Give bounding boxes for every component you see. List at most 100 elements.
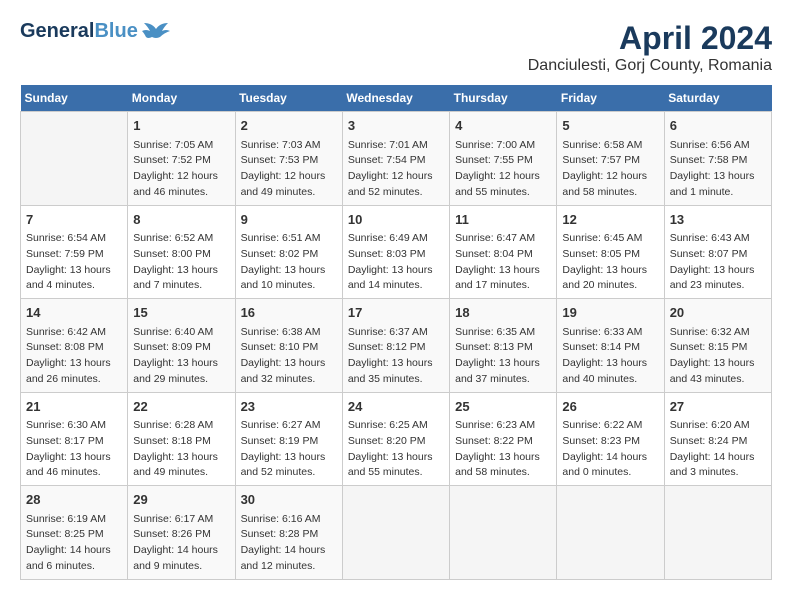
day-number: 15 — [133, 303, 229, 323]
calendar-cell: 23Sunrise: 6:27 AMSunset: 8:19 PMDayligh… — [235, 392, 342, 486]
day-info: Sunrise: 6:32 AMSunset: 8:15 PMDaylight:… — [670, 325, 766, 388]
day-number: 8 — [133, 210, 229, 230]
calendar-cell: 17Sunrise: 6:37 AMSunset: 8:12 PMDayligh… — [342, 299, 449, 393]
logo-bird-icon — [142, 21, 170, 41]
calendar-cell — [450, 486, 557, 580]
calendar-cell: 26Sunrise: 6:22 AMSunset: 8:23 PMDayligh… — [557, 392, 664, 486]
day-info: Sunrise: 6:33 AMSunset: 8:14 PMDaylight:… — [562, 325, 658, 388]
calendar-cell — [664, 486, 771, 580]
day-number: 6 — [670, 116, 766, 136]
calendar-header-row: SundayMondayTuesdayWednesdayThursdayFrid… — [21, 85, 772, 112]
calendar-cell: 12Sunrise: 6:45 AMSunset: 8:05 PMDayligh… — [557, 205, 664, 299]
day-info: Sunrise: 6:42 AMSunset: 8:08 PMDaylight:… — [26, 325, 122, 388]
day-number: 19 — [562, 303, 658, 323]
day-info: Sunrise: 6:22 AMSunset: 8:23 PMDaylight:… — [562, 418, 658, 481]
calendar-cell: 13Sunrise: 6:43 AMSunset: 8:07 PMDayligh… — [664, 205, 771, 299]
page-header: GeneralBlue April 2024 Danciulesti, Gorj… — [20, 20, 772, 75]
day-info: Sunrise: 6:25 AMSunset: 8:20 PMDaylight:… — [348, 418, 444, 481]
calendar-cell: 24Sunrise: 6:25 AMSunset: 8:20 PMDayligh… — [342, 392, 449, 486]
day-number: 17 — [348, 303, 444, 323]
day-number: 11 — [455, 210, 551, 230]
day-info: Sunrise: 7:01 AMSunset: 7:54 PMDaylight:… — [348, 138, 444, 201]
day-number: 13 — [670, 210, 766, 230]
calendar-cell: 11Sunrise: 6:47 AMSunset: 8:04 PMDayligh… — [450, 205, 557, 299]
day-info: Sunrise: 6:40 AMSunset: 8:09 PMDaylight:… — [133, 325, 229, 388]
day-number: 12 — [562, 210, 658, 230]
calendar-cell: 25Sunrise: 6:23 AMSunset: 8:22 PMDayligh… — [450, 392, 557, 486]
day-info: Sunrise: 6:52 AMSunset: 8:00 PMDaylight:… — [133, 231, 229, 294]
day-info: Sunrise: 7:03 AMSunset: 7:53 PMDaylight:… — [241, 138, 337, 201]
day-number: 4 — [455, 116, 551, 136]
calendar-cell: 20Sunrise: 6:32 AMSunset: 8:15 PMDayligh… — [664, 299, 771, 393]
day-info: Sunrise: 6:58 AMSunset: 7:57 PMDaylight:… — [562, 138, 658, 201]
title-block: April 2024 Danciulesti, Gorj County, Rom… — [528, 20, 772, 75]
calendar-cell: 4Sunrise: 7:00 AMSunset: 7:55 PMDaylight… — [450, 112, 557, 206]
calendar-cell: 22Sunrise: 6:28 AMSunset: 8:18 PMDayligh… — [128, 392, 235, 486]
calendar-cell: 18Sunrise: 6:35 AMSunset: 8:13 PMDayligh… — [450, 299, 557, 393]
day-number: 5 — [562, 116, 658, 136]
day-number: 7 — [26, 210, 122, 230]
calendar-cell: 19Sunrise: 6:33 AMSunset: 8:14 PMDayligh… — [557, 299, 664, 393]
calendar-week-row: 1Sunrise: 7:05 AMSunset: 7:52 PMDaylight… — [21, 112, 772, 206]
calendar-cell: 28Sunrise: 6:19 AMSunset: 8:25 PMDayligh… — [21, 486, 128, 580]
calendar-week-row: 28Sunrise: 6:19 AMSunset: 8:25 PMDayligh… — [21, 486, 772, 580]
calendar-table: SundayMondayTuesdayWednesdayThursdayFrid… — [20, 85, 772, 580]
day-info: Sunrise: 6:54 AMSunset: 7:59 PMDaylight:… — [26, 231, 122, 294]
logo: GeneralBlue — [20, 20, 170, 42]
weekday-header-tuesday: Tuesday — [235, 85, 342, 112]
day-number: 3 — [348, 116, 444, 136]
calendar-cell: 2Sunrise: 7:03 AMSunset: 7:53 PMDaylight… — [235, 112, 342, 206]
day-info: Sunrise: 6:20 AMSunset: 8:24 PMDaylight:… — [670, 418, 766, 481]
day-number: 29 — [133, 490, 229, 510]
calendar-cell: 27Sunrise: 6:20 AMSunset: 8:24 PMDayligh… — [664, 392, 771, 486]
day-number: 18 — [455, 303, 551, 323]
logo-text: GeneralBlue — [20, 20, 138, 42]
day-number: 10 — [348, 210, 444, 230]
day-info: Sunrise: 6:27 AMSunset: 8:19 PMDaylight:… — [241, 418, 337, 481]
calendar-cell: 8Sunrise: 6:52 AMSunset: 8:00 PMDaylight… — [128, 205, 235, 299]
day-info: Sunrise: 6:23 AMSunset: 8:22 PMDaylight:… — [455, 418, 551, 481]
day-info: Sunrise: 6:16 AMSunset: 8:28 PMDaylight:… — [241, 512, 337, 575]
day-number: 14 — [26, 303, 122, 323]
day-number: 16 — [241, 303, 337, 323]
weekday-header-sunday: Sunday — [21, 85, 128, 112]
weekday-header-friday: Friday — [557, 85, 664, 112]
day-info: Sunrise: 6:35 AMSunset: 8:13 PMDaylight:… — [455, 325, 551, 388]
calendar-cell: 21Sunrise: 6:30 AMSunset: 8:17 PMDayligh… — [21, 392, 128, 486]
day-info: Sunrise: 6:38 AMSunset: 8:10 PMDaylight:… — [241, 325, 337, 388]
calendar-week-row: 14Sunrise: 6:42 AMSunset: 8:08 PMDayligh… — [21, 299, 772, 393]
calendar-subtitle: Danciulesti, Gorj County, Romania — [528, 57, 772, 75]
calendar-cell: 14Sunrise: 6:42 AMSunset: 8:08 PMDayligh… — [21, 299, 128, 393]
weekday-header-saturday: Saturday — [664, 85, 771, 112]
day-number: 22 — [133, 397, 229, 417]
day-number: 23 — [241, 397, 337, 417]
day-number: 1 — [133, 116, 229, 136]
calendar-week-row: 21Sunrise: 6:30 AMSunset: 8:17 PMDayligh… — [21, 392, 772, 486]
day-info: Sunrise: 6:49 AMSunset: 8:03 PMDaylight:… — [348, 231, 444, 294]
day-number: 27 — [670, 397, 766, 417]
day-number: 28 — [26, 490, 122, 510]
day-info: Sunrise: 6:28 AMSunset: 8:18 PMDaylight:… — [133, 418, 229, 481]
day-info: Sunrise: 6:56 AMSunset: 7:58 PMDaylight:… — [670, 138, 766, 201]
calendar-cell: 7Sunrise: 6:54 AMSunset: 7:59 PMDaylight… — [21, 205, 128, 299]
calendar-cell: 5Sunrise: 6:58 AMSunset: 7:57 PMDaylight… — [557, 112, 664, 206]
calendar-title: April 2024 — [528, 20, 772, 57]
day-number: 2 — [241, 116, 337, 136]
day-info: Sunrise: 6:19 AMSunset: 8:25 PMDaylight:… — [26, 512, 122, 575]
weekday-header-thursday: Thursday — [450, 85, 557, 112]
weekday-header-monday: Monday — [128, 85, 235, 112]
calendar-cell: 9Sunrise: 6:51 AMSunset: 8:02 PMDaylight… — [235, 205, 342, 299]
calendar-cell: 15Sunrise: 6:40 AMSunset: 8:09 PMDayligh… — [128, 299, 235, 393]
calendar-cell: 30Sunrise: 6:16 AMSunset: 8:28 PMDayligh… — [235, 486, 342, 580]
day-info: Sunrise: 7:05 AMSunset: 7:52 PMDaylight:… — [133, 138, 229, 201]
calendar-cell — [21, 112, 128, 206]
day-info: Sunrise: 6:51 AMSunset: 8:02 PMDaylight:… — [241, 231, 337, 294]
calendar-cell: 3Sunrise: 7:01 AMSunset: 7:54 PMDaylight… — [342, 112, 449, 206]
day-number: 20 — [670, 303, 766, 323]
day-info: Sunrise: 6:30 AMSunset: 8:17 PMDaylight:… — [26, 418, 122, 481]
calendar-cell: 10Sunrise: 6:49 AMSunset: 8:03 PMDayligh… — [342, 205, 449, 299]
calendar-week-row: 7Sunrise: 6:54 AMSunset: 7:59 PMDaylight… — [21, 205, 772, 299]
calendar-cell — [557, 486, 664, 580]
day-number: 25 — [455, 397, 551, 417]
day-number: 30 — [241, 490, 337, 510]
